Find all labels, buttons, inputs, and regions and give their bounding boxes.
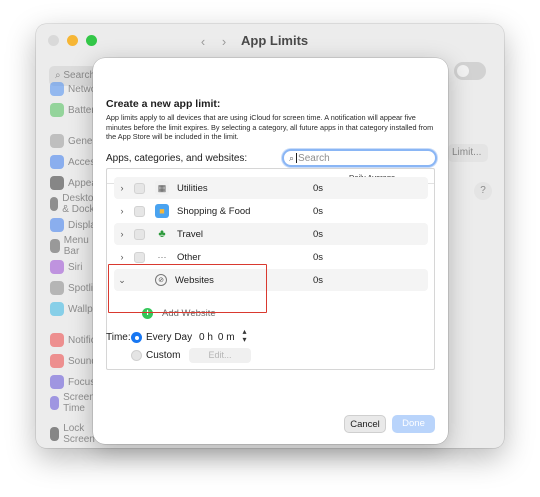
window-title: App Limits [241, 33, 309, 48]
chevron-right-icon[interactable]: › [114, 229, 130, 239]
utilities-icon: ▦ [155, 181, 169, 195]
text-caret [296, 153, 298, 163]
table-row-utilities[interactable]: › ▦ Utilities 0s [114, 177, 428, 199]
sidebar-item-icon [50, 333, 64, 347]
sheet-title: Create a new app limit: [106, 98, 221, 110]
table-row-travel[interactable]: › ♣ Travel 0s [114, 223, 428, 245]
shopping-bag-icon: ■ [155, 204, 169, 218]
table-row-other[interactable]: › ··· Other 0s [114, 246, 428, 268]
list-label: Apps, categories, and websites: [106, 153, 248, 164]
row-name: Websites [175, 274, 214, 286]
search-input[interactable] [298, 152, 419, 164]
sidebar-item-label: Focus [68, 376, 96, 388]
sidebar-item[interactable]: Menu Bar [50, 235, 94, 257]
add-website-label: Add Website [162, 307, 216, 319]
sidebar-item-icon [50, 354, 64, 368]
done-button[interactable]: Done [392, 415, 435, 433]
row-name: Shopping & Food [177, 205, 251, 217]
time-stepper[interactable]: ▴ ▾ [239, 328, 250, 346]
row-value: 0s [313, 274, 324, 286]
row-name: Other [177, 251, 201, 263]
search-icon: ⌕ [289, 152, 295, 163]
row-value: 0s [313, 228, 324, 240]
row-name: Utilities [177, 182, 208, 194]
chevron-right-icon[interactable]: › [114, 206, 130, 216]
row-checkbox[interactable] [134, 182, 145, 194]
custom-label[interactable]: Custom [146, 350, 180, 361]
row-checkbox[interactable] [134, 228, 145, 240]
create-app-limit-sheet: Create a new app limit: App limits apply… [93, 58, 448, 444]
sidebar-item-label: Siri [68, 261, 83, 273]
sidebar-item-icon [50, 134, 64, 148]
time-label: Time: [106, 332, 131, 343]
add-icon: + [142, 307, 153, 319]
row-name: Travel [177, 228, 204, 240]
compass-icon: ⊘ [155, 274, 167, 286]
every-day-radio[interactable] [131, 332, 142, 343]
sidebar-item[interactable]: Sound [50, 352, 97, 370]
row-value: 0s [313, 251, 324, 263]
sidebar-item-icon [50, 281, 64, 295]
table-row-shopping[interactable]: › ■ Shopping & Food 0s [114, 200, 428, 222]
sidebar-item[interactable]: Focus [50, 373, 95, 391]
sidebar-item-icon [50, 176, 64, 190]
forward-icon[interactable]: › [214, 32, 234, 50]
sidebar-item-icon [50, 260, 64, 274]
row-value: 0s [313, 182, 324, 194]
sidebar-item[interactable]: Siri [50, 258, 82, 276]
sidebar: ⌕ Search NetworkBatteryGeneralAccessibil… [36, 24, 129, 448]
every-day-label[interactable]: Every Day [146, 332, 192, 343]
help-button[interactable]: ? [474, 182, 492, 200]
sidebar-item-icon [50, 155, 64, 169]
sidebar-item-icon [50, 375, 64, 389]
row-checkbox[interactable] [134, 205, 145, 217]
row-value: 0s [313, 205, 324, 217]
sidebar-item-label: Menu Bar [63, 235, 89, 257]
minutes-value[interactable]: 0 m [218, 332, 235, 343]
row-checkbox[interactable] [134, 251, 145, 263]
chevron-right-icon[interactable]: › [114, 183, 130, 193]
chevron-right-icon[interactable]: › [114, 252, 130, 262]
add-website-button[interactable]: + Add Website [142, 303, 216, 323]
cancel-button[interactable]: Cancel [344, 415, 386, 433]
hours-value[interactable]: 0 h [199, 332, 213, 343]
sidebar-item-icon [50, 197, 59, 211]
ellipsis-icon: ··· [157, 252, 167, 262]
sidebar-item-icon [50, 302, 64, 316]
screen-time-toggle[interactable] [454, 62, 486, 80]
sheet-description: App limits apply to all devices that are… [106, 113, 434, 142]
limit-button[interactable]: Limit... [448, 144, 488, 162]
sidebar-item-icon [50, 218, 64, 232]
sidebar-item-icon [50, 103, 64, 117]
custom-radio[interactable] [131, 350, 142, 361]
back-icon[interactable]: ‹ [193, 32, 213, 50]
sidebar-item-icon [50, 427, 60, 441]
palm-tree-icon: ♣ [158, 228, 166, 240]
chevron-down-icon[interactable]: ⌄ [114, 275, 130, 286]
table-row-websites[interactable]: ⌄ ⊘ Websites 0s [114, 269, 428, 291]
sidebar-item-icon [50, 239, 60, 253]
screen: ‹ › App Limits ⌕ Search Network Battery Ge… [0, 0, 540, 497]
sidebar-item-icon [50, 396, 60, 410]
sidebar-item-icon [50, 82, 64, 96]
edit-button: Edit... [189, 348, 251, 363]
search-field[interactable]: ⌕ [282, 149, 437, 167]
